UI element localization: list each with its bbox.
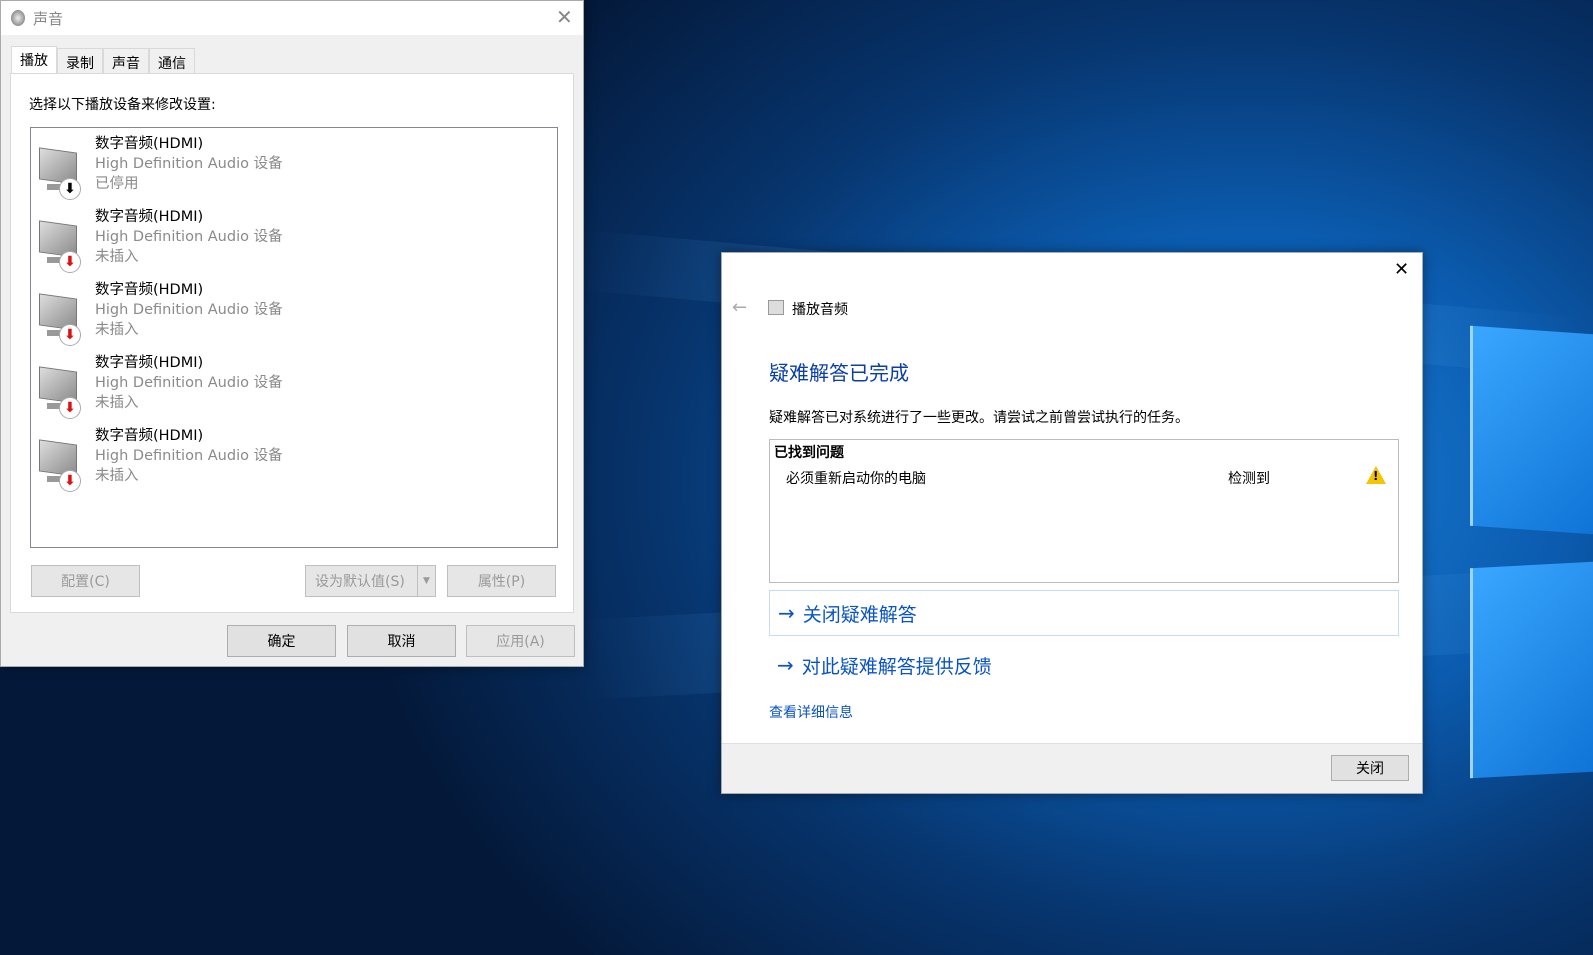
- device-list[interactable]: ⬇ 数字音频(HDMI) High Definition Audio 设备 已停用 ⬇…: [30, 127, 558, 548]
- monitor-icon: ⬇: [37, 293, 83, 346]
- monitor-icon: ⬇: [37, 147, 83, 200]
- device-status: 未插入: [95, 322, 139, 338]
- unplugged-arrow-icon: ⬇: [59, 397, 81, 419]
- set-default-button[interactable]: 设为默认值(S) ▼: [305, 565, 436, 597]
- disabled-arrow-icon: ⬇: [59, 178, 81, 200]
- unplugged-arrow-icon: ⬇: [59, 324, 81, 346]
- tab-bar: 播放 录制 声音 通信: [11, 46, 195, 74]
- set-default-label: 设为默认值(S): [315, 574, 405, 590]
- cancel-button[interactable]: 取消: [347, 625, 456, 657]
- title-bar: 声音: [1, 1, 583, 35]
- device-text: 数字音频(HDMI) High Definition Audio 设备 未插入: [95, 280, 283, 340]
- device-name: 数字音频(HDMI): [95, 282, 204, 298]
- windows-logo-pane: [1470, 325, 1593, 535]
- device-text: 数字音频(HDMI) High Definition Audio 设备 已停用: [95, 134, 283, 194]
- arrow-right-icon: →: [778, 601, 795, 625]
- close-troubleshooter-link[interactable]: → 关闭疑难解答: [769, 590, 1399, 636]
- device-item[interactable]: ⬇ 数字音频(HDMI) High Definition Audio 设备 未插入: [37, 426, 517, 496]
- back-arrow-icon[interactable]: ←: [732, 297, 747, 318]
- tab-sounds[interactable]: 声音: [103, 48, 149, 74]
- troubleshooter-icon: [768, 300, 784, 315]
- device-driver: High Definition Audio 设备: [95, 448, 283, 464]
- problem-row[interactable]: 必须重新启动你的电脑 检测到 !: [786, 466, 1396, 490]
- device-text: 数字音频(HDMI) High Definition Audio 设备 未插入: [95, 353, 283, 413]
- device-driver: High Definition Audio 设备: [95, 229, 283, 245]
- window-title: 声音: [33, 9, 64, 28]
- problems-box: 已找到问题 必须重新启动你的电脑 检测到 !: [769, 439, 1399, 583]
- feedback-link[interactable]: → 对此疑难解答提供反馈: [769, 642, 1399, 688]
- close-icon[interactable]: ✕: [1394, 259, 1409, 280]
- problems-header: 已找到问题: [774, 445, 844, 461]
- device-name: 数字音频(HDMI): [95, 209, 204, 225]
- unplugged-arrow-icon: ⬇: [59, 251, 81, 273]
- unplugged-arrow-icon: ⬇: [59, 470, 81, 492]
- device-text: 数字音频(HDMI) High Definition Audio 设备 未插入: [95, 207, 283, 267]
- heading: 疑难解答已完成: [769, 361, 909, 385]
- device-driver: High Definition Audio 设备: [95, 375, 283, 391]
- device-driver: High Definition Audio 设备: [95, 302, 283, 318]
- problem-status: 检测到: [1228, 471, 1270, 487]
- device-name: 数字音频(HDMI): [95, 355, 204, 371]
- device-status: 未插入: [95, 249, 139, 265]
- configure-button[interactable]: 配置(C): [31, 565, 140, 597]
- close-button[interactable]: 关闭: [1331, 755, 1409, 781]
- monitor-icon: ⬇: [37, 439, 83, 492]
- problem-text: 必须重新启动你的电脑: [786, 471, 926, 487]
- chevron-down-icon[interactable]: ▼: [417, 566, 435, 596]
- close-troubleshooter-label: 关闭疑难解答: [802, 603, 917, 626]
- properties-button[interactable]: 属性(P): [447, 565, 556, 597]
- tab-playback[interactable]: 播放: [11, 46, 57, 74]
- speaker-icon: [11, 10, 25, 26]
- tab-communications[interactable]: 通信: [149, 48, 195, 74]
- windows-logo-pane: [1470, 561, 1593, 779]
- monitor-icon: ⬇: [37, 220, 83, 273]
- device-driver: High Definition Audio 设备: [95, 156, 283, 172]
- close-icon[interactable]: ✕: [556, 5, 573, 29]
- device-status: 未插入: [95, 395, 139, 411]
- description: 疑难解答已对系统进行了一些更改。请尝试之前曾尝试执行的任务。: [769, 410, 1189, 426]
- nav-title: 播放音频: [792, 302, 848, 318]
- device-status: 未插入: [95, 468, 139, 484]
- warning-icon-mark: !: [1373, 469, 1379, 483]
- ok-button[interactable]: 确定: [227, 625, 336, 657]
- device-name: 数字音频(HDMI): [95, 428, 204, 444]
- tab-panel: 选择以下播放设备来修改设置: ⬇ 数字音频(HDMI) High Definiti…: [10, 73, 574, 613]
- device-item[interactable]: ⬇ 数字音频(HDMI) High Definition Audio 设备 已停用: [37, 134, 517, 204]
- device-text: 数字音频(HDMI) High Definition Audio 设备 未插入: [95, 426, 283, 486]
- sound-dialog: 声音 ✕ 播放 录制 声音 通信 选择以下播放设备来修改设置: ⬇ 数字音频(H…: [0, 0, 584, 667]
- apply-button[interactable]: 应用(A): [466, 625, 575, 657]
- troubleshooter-dialog: ✕ ← 播放音频 疑难解答已完成 疑难解答已对系统进行了一些更改。请尝试之前曾尝…: [721, 252, 1423, 794]
- device-status: 已停用: [95, 176, 139, 192]
- arrow-right-icon: →: [777, 653, 794, 677]
- view-details-link[interactable]: 查看详细信息: [769, 702, 853, 722]
- device-item[interactable]: ⬇ 数字音频(HDMI) High Definition Audio 设备 未插入: [37, 207, 517, 277]
- tab-recording[interactable]: 录制: [57, 48, 103, 74]
- footer: 关闭: [722, 743, 1422, 793]
- monitor-icon: ⬇: [37, 366, 83, 419]
- device-name: 数字音频(HDMI): [95, 136, 204, 152]
- device-item[interactable]: ⬇ 数字音频(HDMI) High Definition Audio 设备 未插入: [37, 353, 517, 423]
- device-item[interactable]: ⬇ 数字音频(HDMI) High Definition Audio 设备 未插入: [37, 280, 517, 350]
- instruction-text: 选择以下播放设备来修改设置:: [29, 97, 216, 113]
- feedback-label: 对此疑难解答提供反馈: [801, 655, 992, 678]
